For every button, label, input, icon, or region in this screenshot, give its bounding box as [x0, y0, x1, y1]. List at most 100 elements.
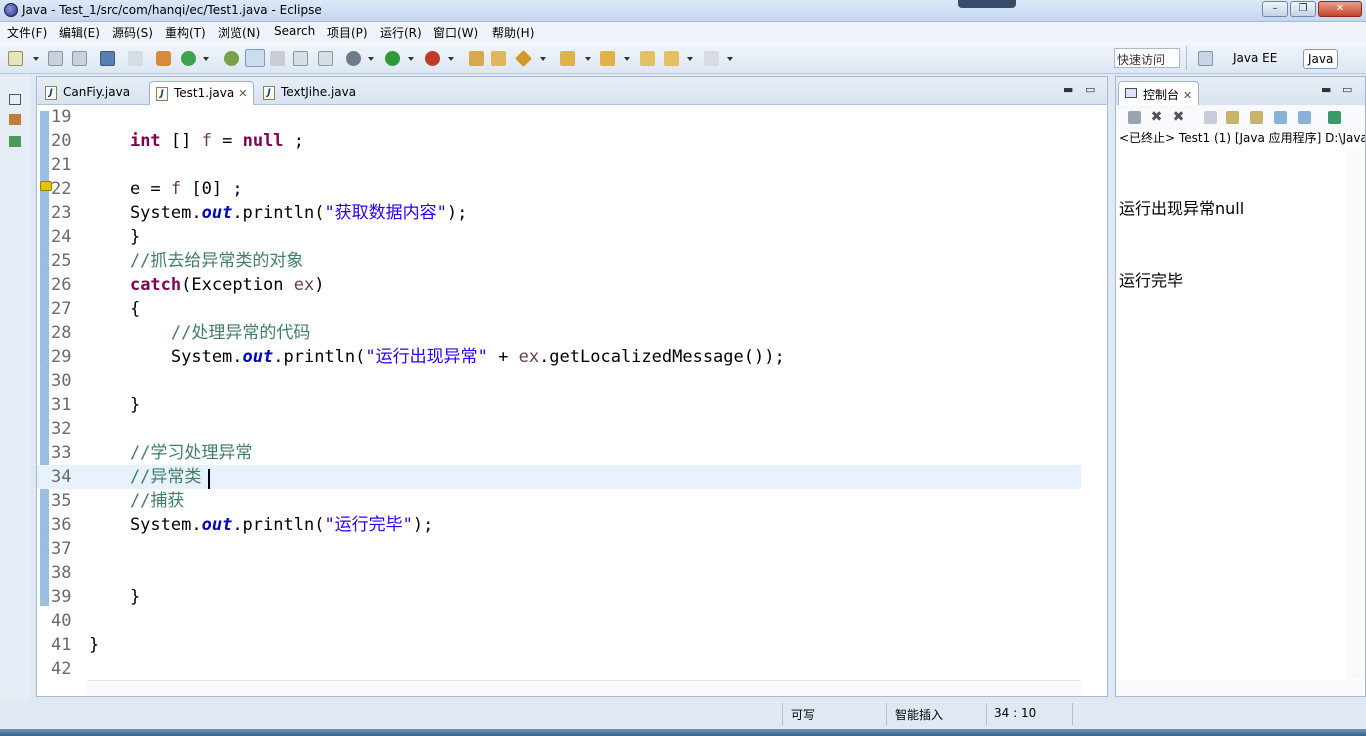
code-line[interactable]: 27 { [37, 297, 1081, 321]
show-on-output-icon[interactable] [1274, 111, 1287, 124]
block-selection-icon[interactable] [293, 51, 308, 66]
show-on-error-icon[interactable] [1298, 111, 1311, 124]
maximize-console-icon[interactable]: ▭ [1342, 83, 1352, 96]
code-line[interactable]: 29 System.out.println("运行出现异常" + ex.getL… [37, 345, 1081, 369]
save-all-icon[interactable] [72, 51, 87, 66]
code-line[interactable]: 19 [37, 105, 1081, 129]
code-line[interactable]: 37 [37, 537, 1081, 561]
tab-test1[interactable]: J Test1.java ✕ [149, 81, 255, 105]
code-line[interactable]: 39 } [37, 585, 1081, 609]
pin-console-icon[interactable] [1328, 111, 1341, 124]
code-line[interactable]: 34 //异常类 [37, 465, 1081, 489]
minimize-console-icon[interactable]: ▬ [1321, 83, 1331, 96]
scroll-lock-icon[interactable] [1226, 111, 1239, 124]
code-line[interactable]: 42 [37, 657, 1081, 680]
console-horizontal-scrollbar[interactable] [1116, 680, 1365, 696]
run-icon[interactable] [385, 51, 400, 66]
last-edit-icon[interactable] [640, 51, 655, 66]
forward-icon[interactable] [704, 51, 719, 66]
debug-dropdown-icon[interactable] [368, 57, 374, 61]
menu-project[interactable]: 项目(P) [327, 24, 368, 41]
new-icon[interactable] [8, 51, 23, 66]
remove-all-icon[interactable]: ✖ [1172, 110, 1185, 124]
new-dropdown-icon[interactable] [33, 57, 39, 61]
remove-launch-icon[interactable]: ✖ [1150, 110, 1163, 124]
code-line[interactable]: 36 System.out.println("运行完毕"); [37, 513, 1081, 537]
menu-navigate[interactable]: 浏览(N) [218, 24, 260, 41]
back-dropdown-icon[interactable] [687, 57, 693, 61]
new-package-icon[interactable] [156, 51, 171, 66]
restore-icon[interactable] [9, 94, 21, 105]
perspective-java-ee[interactable]: Java EE [1229, 49, 1281, 69]
code-line[interactable]: 33 //学习处理异常 [37, 441, 1081, 465]
new-class-dropdown-icon[interactable] [203, 57, 209, 61]
perspective-java[interactable]: Java [1303, 49, 1339, 69]
search-icon[interactable] [270, 51, 285, 66]
save-icon[interactable] [48, 51, 63, 66]
open-project-icon[interactable] [469, 51, 484, 66]
console-vertical-scrollbar[interactable] [1346, 149, 1364, 679]
maximize-editor-icon[interactable]: ▭ [1085, 83, 1095, 96]
code-line[interactable]: 31 } [37, 393, 1081, 417]
code-line[interactable]: 20 int [] f = null ; [37, 129, 1081, 153]
minimize-button[interactable]: – [1262, 1, 1288, 17]
close-button[interactable]: ✕ [1318, 1, 1362, 17]
code-line[interactable]: 38 [37, 561, 1081, 585]
menu-refactor[interactable]: 重构(T) [165, 24, 206, 41]
previous-annotation-icon[interactable] [600, 51, 615, 66]
warning-icon[interactable] [40, 181, 52, 191]
quick-access-input[interactable]: 快速访问 [1114, 48, 1180, 68]
console-output[interactable]: 运行出现异常null 运行完毕 [1119, 149, 1347, 679]
code-line[interactable]: 25 //抓去给异常类的对象 [37, 249, 1081, 273]
menu-help[interactable]: 帮助(H) [492, 24, 534, 41]
show-whitespace-icon[interactable] [318, 51, 333, 66]
back-icon[interactable] [664, 51, 679, 66]
next-annotation-icon[interactable] [560, 51, 575, 66]
close-console-icon[interactable]: ✕ [1183, 89, 1192, 102]
maximize-button[interactable]: ❐ [1290, 1, 1316, 17]
menu-search[interactable]: Search [274, 24, 315, 38]
run-dropdown-icon[interactable] [408, 57, 414, 61]
code-line[interactable]: 41} [37, 633, 1081, 657]
toggle-mark-occurrences-icon[interactable] [245, 49, 265, 67]
code-line[interactable]: 28 //处理异常的代码 [37, 321, 1081, 345]
open-perspective-icon[interactable] [1198, 51, 1213, 66]
tab-canfiy[interactable]: J CanFiy.java [39, 81, 136, 105]
menu-run[interactable]: 运行(R) [380, 24, 422, 41]
word-wrap-icon[interactable] [1250, 111, 1263, 124]
menu-window[interactable]: 窗口(W) [433, 24, 478, 41]
menu-edit[interactable]: 编辑(E) [59, 24, 100, 41]
code-line[interactable]: 21 [37, 153, 1081, 177]
open-type-icon[interactable] [224, 51, 239, 66]
tab-textjihe[interactable]: J TextJihe.java [257, 81, 362, 105]
debug-icon[interactable] [346, 51, 361, 66]
terminate-icon[interactable] [1128, 111, 1141, 124]
code-view[interactable]: 19 20 int [] f = null ; 21 22 e = f [0] ; 23… [37, 105, 1081, 680]
code-line[interactable]: 32 [37, 417, 1081, 441]
forward-dropdown-icon[interactable] [727, 57, 733, 61]
terminal-icon[interactable] [100, 51, 115, 66]
menu-source[interactable]: 源码(S) [112, 24, 153, 41]
pen-dropdown-icon[interactable] [540, 57, 546, 61]
package-explorer-icon[interactable] [9, 114, 21, 125]
code-line[interactable]: 40 [37, 609, 1081, 633]
code-line[interactable]: 30 [37, 369, 1081, 393]
code-line[interactable]: 35 //捕获 [37, 489, 1081, 513]
code-line[interactable]: 24 } [37, 225, 1081, 249]
menu-file[interactable]: 文件(F) [7, 24, 47, 41]
code-line[interactable]: 26 catch(Exception ex) [37, 273, 1081, 297]
close-tab-icon[interactable]: ✕ [238, 87, 247, 100]
pen-icon[interactable] [515, 50, 532, 67]
skip-breakpoints-icon[interactable] [128, 51, 143, 66]
external-tools-icon[interactable] [425, 51, 440, 66]
previous-annotation-dropdown-icon[interactable] [624, 57, 630, 61]
minimize-editor-icon[interactable]: ▬ [1063, 83, 1073, 96]
next-annotation-dropdown-icon[interactable] [585, 57, 591, 61]
code-line[interactable]: 22 e = f [0] ; [37, 177, 1081, 201]
external-tools-dropdown-icon[interactable] [448, 57, 454, 61]
hierarchy-icon[interactable] [9, 136, 21, 147]
clear-console-icon[interactable] [1204, 111, 1217, 124]
new-class-icon[interactable] [181, 51, 196, 66]
code-line[interactable]: 23 System.out.println("获取数据内容"); [37, 201, 1081, 225]
tab-console[interactable]: 控制台 ✕ [1118, 81, 1200, 105]
